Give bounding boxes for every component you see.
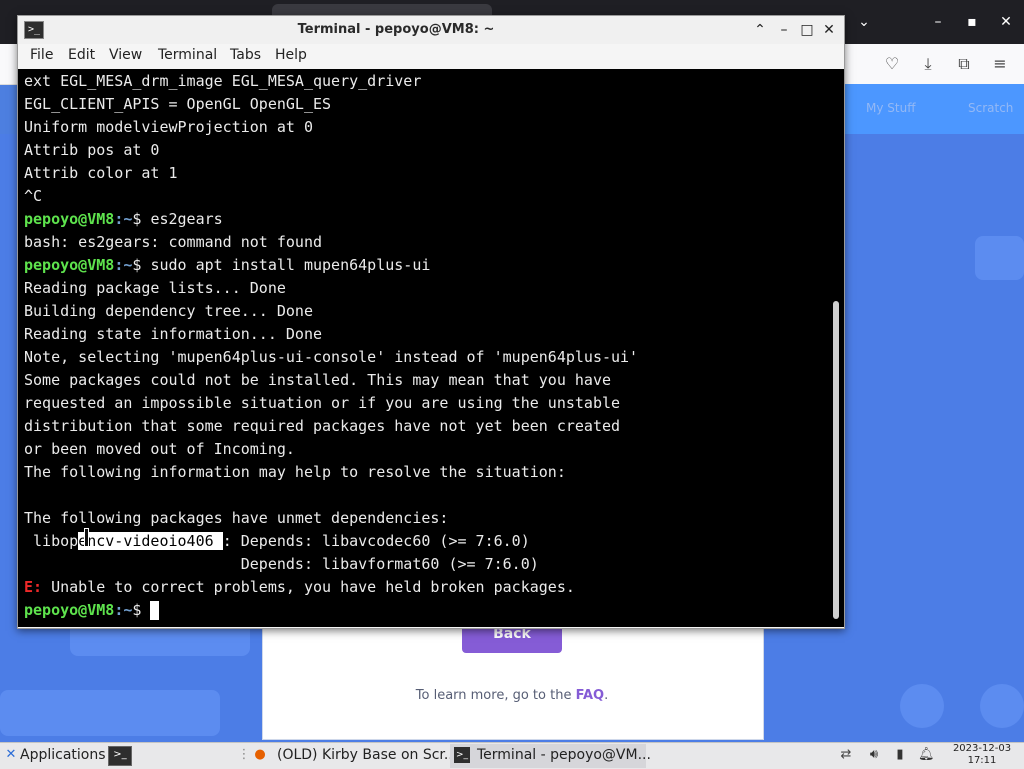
- xfce-logo-icon[interactable]: ✕: [3, 747, 19, 763]
- clock-date: 2023-12-03: [952, 743, 1012, 754]
- menu-help[interactable]: Help: [275, 47, 307, 63]
- menu-terminal[interactable]: Terminal: [158, 47, 217, 63]
- battery-icon[interactable]: ▮: [892, 747, 908, 763]
- output-line: ext EGL_MESA_drm_image EGL_MESA_query_dr…: [24, 72, 422, 90]
- taskbar: ✕ Applications >_ ⋮ ● (OLD) Kirby Base o…: [0, 742, 1024, 769]
- background-button: [980, 684, 1024, 728]
- output-line: Attrib color at 1: [24, 164, 178, 182]
- menubar: File Edit View Terminal Tabs Help: [18, 44, 844, 68]
- output-line: EGL_CLIENT_APIS = OpenGL OpenGL_ES: [24, 95, 332, 113]
- error-line: E: Unable to correct problems, you have …: [24, 576, 575, 599]
- download-icon[interactable]: ⤓: [918, 52, 938, 76]
- output-line: Reading package lists... Done: [24, 279, 286, 297]
- close-icon[interactable]: ✕: [819, 20, 839, 40]
- prompt-line: pepoyo@VM8:~$ sudo apt install mupen64pl…: [24, 254, 430, 277]
- volume-icon[interactable]: 🔊︎: [866, 747, 882, 763]
- chevron-down-icon[interactable]: ⌄: [852, 12, 876, 32]
- chevron-up-icon[interactable]: ⌃: [750, 20, 770, 40]
- close-icon[interactable]: ✕: [994, 12, 1018, 32]
- extensions-icon[interactable]: ⧉: [954, 52, 974, 76]
- prompt-path: :~: [114, 210, 133, 228]
- window-title: Terminal - pepoyo@VM8: ~: [297, 22, 495, 37]
- faq-link[interactable]: FAQ: [576, 688, 605, 703]
- network-icon[interactable]: ⇄: [838, 747, 854, 763]
- output-line: distribution that some required packages…: [24, 417, 621, 435]
- prompt-symbol: $: [132, 210, 151, 228]
- output-line: Note, selecting 'mupen64plus-ui-console'…: [24, 348, 639, 366]
- scrollbar-thumb[interactable]: [833, 301, 839, 619]
- prompt-path: :~: [114, 601, 133, 619]
- minimize-icon[interactable]: –: [926, 12, 950, 32]
- output-line: The following information may help to re…: [24, 463, 566, 481]
- terminal-icon: >_: [454, 747, 470, 763]
- output-line: requested an impossible situation or if …: [24, 394, 621, 412]
- terminal-launcher-icon[interactable]: >_: [108, 746, 132, 766]
- prompt-symbol: $: [132, 601, 151, 619]
- maximize-icon[interactable]: □: [797, 20, 817, 40]
- output-line: Building dependency tree... Done: [24, 302, 313, 320]
- pocket-icon[interactable]: ♡: [882, 52, 902, 76]
- prompt-symbol: $: [132, 256, 151, 274]
- menu-tabs[interactable]: Tabs: [230, 47, 261, 63]
- output-line: bash: es2gears: command not found: [24, 233, 323, 251]
- maximize-icon[interactable]: ▪: [960, 12, 984, 32]
- terminal-titlebar[interactable]: >_ Terminal - pepoyo@VM8: ~ ⌃ – □ ✕: [18, 16, 844, 44]
- command-text: es2gears: [150, 210, 223, 228]
- menu-icon[interactable]: ≡: [990, 52, 1010, 76]
- clock[interactable]: 2023-12-03 17:11: [944, 743, 1020, 767]
- background-button: [900, 684, 944, 728]
- output-line: The following packages have unmet depend…: [24, 509, 449, 527]
- prompt-user: pepoyo@VM8: [24, 256, 115, 274]
- terminal-window: >_ Terminal - pepoyo@VM8: ~ ⌃ – □ ✕ File…: [17, 15, 845, 629]
- background-block: [975, 236, 1024, 280]
- output-line: Attrib pos at 0: [24, 141, 160, 159]
- faq-prefix: To learn more, go to the: [415, 688, 576, 703]
- prompt-line-current: pepoyo@VM8:~$: [24, 599, 160, 622]
- prompt-user: pepoyo@VM8: [24, 210, 115, 228]
- menu-edit[interactable]: Edit: [68, 47, 95, 63]
- output-line: Some packages could not be installed. Th…: [24, 371, 611, 389]
- menu-file[interactable]: File: [30, 47, 53, 63]
- minimize-icon[interactable]: –: [774, 20, 794, 40]
- text-cursor-pointer-icon: [84, 528, 89, 547]
- background-block: [0, 690, 220, 736]
- nav-link-scratch[interactable]: Scratch: [968, 101, 1013, 115]
- command-text: sudo apt install mupen64plus-ui: [150, 256, 431, 274]
- output-line: Uniform modelviewProjection at 0: [24, 118, 313, 136]
- output-line: Depends: libavformat60 (>= 7:6.0): [24, 555, 539, 573]
- prompt-path: :~: [114, 256, 133, 274]
- selected-text: encv-videoio406: [78, 532, 223, 550]
- taskbar-item-terminal-label: Terminal - pepoyo@VM...: [477, 747, 651, 763]
- applications-menu[interactable]: Applications: [20, 747, 106, 763]
- terminal-output[interactable]: ext EGL_MESA_drm_image EGL_MESA_query_dr…: [18, 69, 844, 627]
- error-text: Unable to correct problems, you have hel…: [42, 578, 575, 596]
- menu-view[interactable]: View: [109, 47, 142, 63]
- output-line: Reading state information... Done: [24, 325, 323, 343]
- output-line: ^C: [24, 187, 43, 205]
- taskbar-item-firefox[interactable]: (OLD) Kirby Base on Scr...: [277, 747, 457, 763]
- faq-text: To learn more, go to the FAQ.: [262, 688, 762, 703]
- faq-suffix: .: [604, 688, 609, 703]
- dependency-line: libopencv-videoio406 : Depends: libavcod…: [24, 530, 530, 553]
- dependency-text: : Depends: libavcodec60 (>= 7:6.0): [222, 532, 530, 550]
- package-name-start: libop: [24, 532, 79, 550]
- text-cursor: [150, 601, 160, 620]
- separator-icon: ⋮: [237, 747, 251, 762]
- clock-time: 17:11: [967, 755, 997, 766]
- output-line: or been moved out of Incoming.: [24, 440, 295, 458]
- firefox-icon: ●: [254, 747, 266, 762]
- notification-bell-icon[interactable]: 🔔︎: [918, 747, 935, 763]
- nav-link-my-stuff[interactable]: My Stuff: [866, 101, 915, 115]
- error-prefix: E:: [24, 578, 43, 596]
- prompt-line: pepoyo@VM8:~$ es2gears: [24, 208, 223, 231]
- prompt-user: pepoyo@VM8: [24, 601, 115, 619]
